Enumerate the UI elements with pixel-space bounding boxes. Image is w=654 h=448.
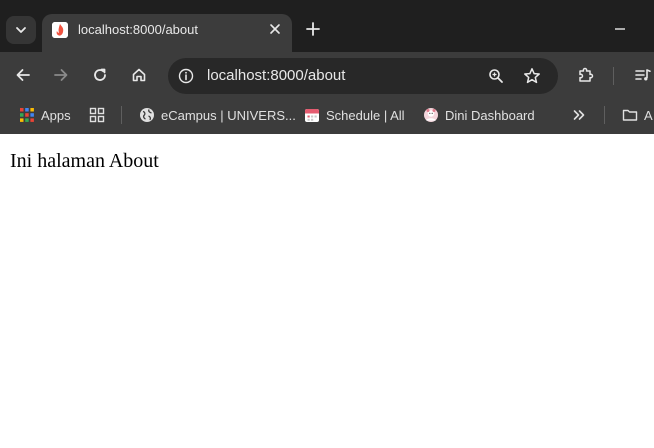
avatar-icon bbox=[423, 107, 439, 123]
tab-title: localhost:8000/about bbox=[78, 22, 198, 37]
tab-active[interactable]: localhost:8000/about bbox=[42, 14, 292, 52]
close-icon bbox=[270, 24, 280, 34]
bookmarks-separator bbox=[604, 106, 605, 124]
bookmark-ecampus[interactable]: eCampus | UNIVERS... bbox=[139, 105, 296, 125]
tab-close-button[interactable] bbox=[266, 20, 284, 38]
new-tab-button[interactable] bbox=[302, 18, 324, 40]
reload-button[interactable] bbox=[87, 62, 113, 88]
page-content: Ini halaman About bbox=[0, 134, 654, 448]
tab-groups-icon bbox=[89, 107, 105, 123]
media-queue-button[interactable] bbox=[630, 62, 654, 88]
tab-strip: localhost:8000/about bbox=[0, 0, 654, 52]
toolbar-divider bbox=[613, 67, 614, 85]
reload-icon bbox=[94, 68, 106, 81]
bookmark-apps[interactable]: Apps bbox=[19, 105, 71, 125]
bookmark-schedule[interactable]: Schedule | All bbox=[304, 105, 405, 125]
bookmarks-separator bbox=[121, 106, 122, 124]
address-url[interactable]: localhost:8000/about bbox=[207, 67, 345, 84]
double-chevron-right-icon bbox=[571, 107, 587, 123]
home-icon bbox=[132, 68, 146, 82]
arrow-left-icon bbox=[16, 69, 30, 81]
zoom-icon[interactable] bbox=[486, 66, 506, 86]
toolbar: localhost:8000/about bbox=[0, 52, 654, 98]
globe-icon bbox=[139, 107, 155, 123]
bookmarks-bar: Apps eCampus | UNIVERS... Schedule | All… bbox=[0, 98, 654, 134]
puzzle-icon bbox=[579, 67, 594, 82]
address-bar[interactable]: localhost:8000/about bbox=[168, 58, 558, 94]
bookmark-label: Apps bbox=[41, 107, 71, 123]
bookmark-label: Dini Dashboard bbox=[445, 107, 535, 123]
media-queue-icon bbox=[635, 69, 651, 81]
apps-grid-icon bbox=[19, 107, 35, 123]
minimize-icon bbox=[615, 28, 625, 30]
bookmark-label: eCampus | UNIVERS... bbox=[161, 107, 296, 123]
laravel-icon bbox=[52, 22, 68, 38]
bookmark-label: Schedule | All bbox=[326, 107, 405, 123]
info-icon[interactable] bbox=[176, 66, 196, 86]
extensions-button[interactable] bbox=[573, 62, 599, 88]
folder-icon bbox=[622, 107, 638, 123]
forward-button[interactable] bbox=[48, 62, 74, 88]
calendar-icon bbox=[304, 107, 320, 123]
plus-icon bbox=[306, 22, 320, 36]
bookmark-folder[interactable]: A bbox=[622, 105, 653, 125]
browser-window: localhost:8000/about localhost:8000/abou… bbox=[0, 0, 654, 448]
bookmark-folder-label: A bbox=[644, 107, 653, 123]
home-button[interactable] bbox=[126, 62, 152, 88]
star-icon[interactable] bbox=[522, 66, 542, 86]
page-text: Ini halaman About bbox=[10, 150, 159, 172]
back-button[interactable] bbox=[10, 62, 36, 88]
bookmark-tab-groups[interactable] bbox=[89, 105, 111, 125]
minimize-button[interactable] bbox=[606, 18, 634, 40]
bookmark-dini-dashboard[interactable]: Dini Dashboard bbox=[423, 105, 535, 125]
chevron-down-icon bbox=[16, 27, 26, 33]
bookmarks-overflow-button[interactable] bbox=[571, 105, 593, 125]
tab-search-button[interactable] bbox=[6, 16, 36, 44]
arrow-right-icon bbox=[54, 69, 68, 81]
